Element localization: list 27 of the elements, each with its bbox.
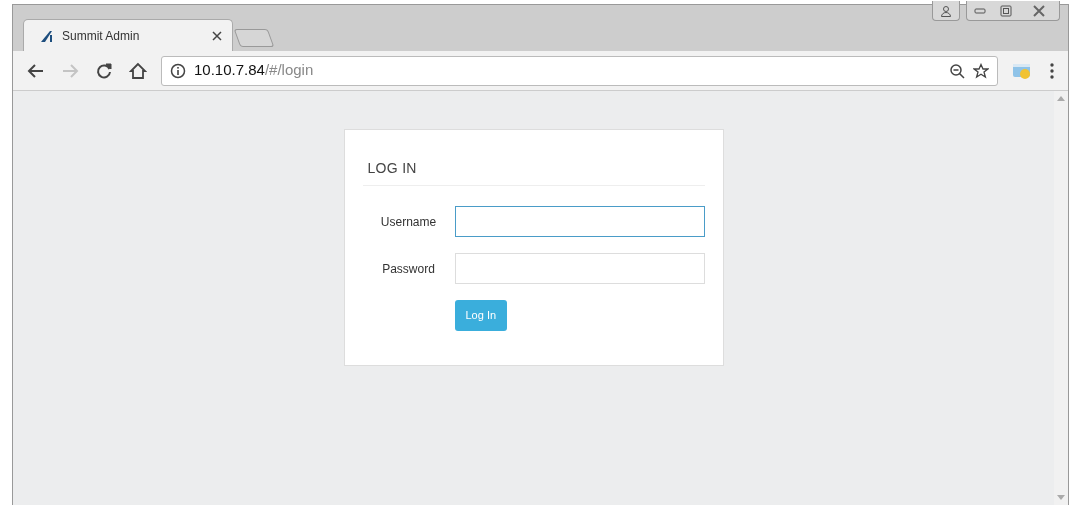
profile-button[interactable] — [932, 1, 960, 21]
close-icon — [1032, 4, 1046, 17]
maximize-icon — [1000, 4, 1012, 17]
logo-icon — [40, 28, 54, 43]
home-icon — [129, 61, 147, 80]
menu-icon[interactable] — [1050, 62, 1054, 79]
back-icon — [27, 61, 45, 80]
address-bar[interactable]: 10.10.7.84/#/login — [161, 55, 998, 86]
zoom-out-icon[interactable] — [949, 62, 965, 79]
scrollbar[interactable] — [1054, 91, 1068, 505]
info-icon — [170, 62, 186, 79]
star-icon[interactable] — [973, 62, 989, 79]
input-field[interactable] — [454, 206, 705, 237]
new-tab-button[interactable] — [233, 29, 275, 47]
field-label: Username — [379, 213, 438, 231]
minimize-icon — [974, 7, 986, 14]
forward-icon — [61, 61, 79, 80]
reload-icon — [95, 61, 113, 80]
scroll-up-icon[interactable] — [1057, 95, 1065, 101]
tab-title: Summit Admin — [62, 27, 141, 45]
close-icon[interactable] — [212, 30, 222, 41]
browser-tab[interactable]: Summit Admin — [23, 19, 233, 51]
field-label: Password — [381, 260, 436, 278]
login-heading: LOG IN — [362, 158, 705, 186]
person-icon — [940, 4, 952, 17]
scroll-down-icon[interactable] — [1057, 495, 1065, 501]
url-text: 10.10.7.84/#/login — [194, 60, 315, 81]
